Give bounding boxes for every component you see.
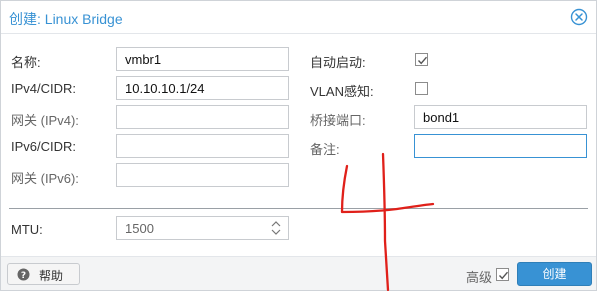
close-icon[interactable]	[570, 8, 588, 26]
comment-label: 备注:	[310, 142, 340, 157]
vlan-aware-label: VLAN感知:	[310, 84, 374, 99]
bridge-ports-label: 桥接端口:	[310, 113, 366, 128]
comment-input[interactable]	[414, 134, 587, 158]
help-icon: ?	[17, 268, 30, 281]
advanced-label: 高级	[466, 270, 493, 285]
ipv6-label: IPv6/CIDR:	[11, 139, 77, 154]
help-button-label: 帮助	[39, 269, 64, 283]
autostart-label: 自动启动:	[310, 55, 366, 70]
gateway-ipv4-input[interactable]	[116, 105, 289, 129]
svg-text:?: ?	[21, 271, 26, 281]
ipv6-cidr-input[interactable]	[116, 134, 289, 158]
dialog-title: 创建: Linux Bridge	[9, 11, 123, 27]
ipv4-cidr-input[interactable]	[116, 76, 289, 100]
dialog-titlebar: 创建: Linux Bridge	[1, 1, 596, 34]
mtu-stepper-icon[interactable]	[270, 219, 282, 237]
gateway-ipv4-label: 网关 (IPv4):	[11, 113, 79, 128]
create-bridge-dialog: 创建: Linux Bridge 名称: IPv4/CIDR: 网关 (IPv4…	[0, 0, 597, 291]
advanced-checkbox[interactable]	[496, 268, 509, 281]
section-divider	[9, 208, 588, 209]
gateway-ipv6-input[interactable]	[116, 163, 289, 187]
mtu-label: MTU:	[11, 222, 43, 237]
autostart-checkbox[interactable]	[415, 53, 428, 66]
dialog-footer: ? 帮助 高级 创建	[1, 256, 596, 290]
help-button[interactable]: ? 帮助	[7, 263, 80, 285]
vlan-aware-checkbox[interactable]	[415, 82, 428, 95]
ipv4-label: IPv4/CIDR:	[11, 81, 77, 96]
name-label: 名称:	[11, 55, 41, 70]
create-button[interactable]: 创建	[517, 262, 592, 286]
gateway-ipv6-label: 网关 (IPv6):	[11, 171, 79, 186]
name-input[interactable]	[116, 47, 289, 71]
mtu-input[interactable]	[116, 216, 289, 240]
bridge-ports-input[interactable]	[414, 105, 587, 129]
